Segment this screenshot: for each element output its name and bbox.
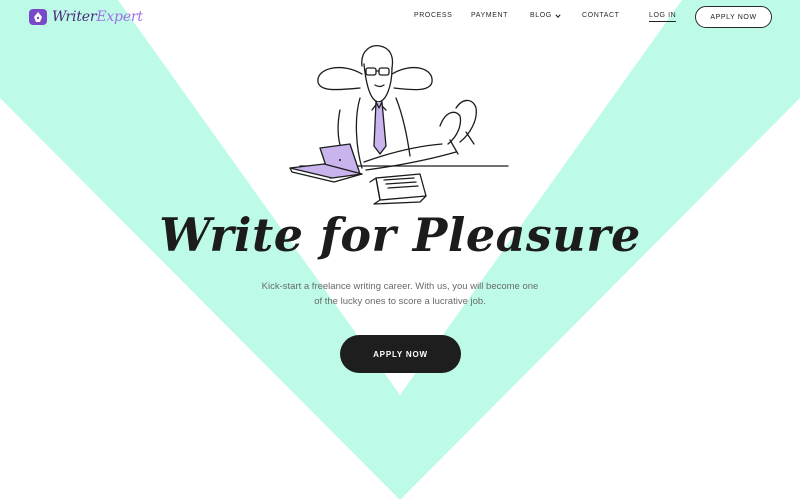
- nav-link-process[interactable]: PROCESS: [414, 12, 452, 19]
- hero-subtext: Kick-start a freelance writing career. W…: [261, 281, 539, 307]
- top-navigation: WriterExpert PROCESS PAYMENT BLOG CONTAC…: [0, 0, 800, 36]
- brand-name: WriterExpert: [52, 9, 143, 25]
- login-link[interactable]: LOG IN: [649, 12, 677, 22]
- relaxed-writer-illustration: [289, 44, 509, 205]
- brand-name-part1: Writer: [52, 9, 97, 25]
- pen-nib-logo-icon: [29, 9, 47, 25]
- nav-link-payment[interactable]: PAYMENT: [471, 12, 508, 19]
- apply-now-nav-button[interactable]: APPLY NOW: [695, 6, 772, 28]
- nav-link-blog-label: BLOG: [530, 12, 552, 19]
- nav-link-blog[interactable]: BLOG: [530, 12, 561, 19]
- apply-now-hero-button[interactable]: APPLY NOW: [340, 335, 461, 373]
- brand-name-part2: Expert: [96, 9, 143, 25]
- chevron-down-icon: [555, 13, 561, 18]
- nav-link-contact[interactable]: CONTACT: [582, 12, 620, 19]
- hero-headline: Write for Pleasure: [159, 208, 641, 262]
- brand-logo[interactable]: WriterExpert: [28, 7, 143, 27]
